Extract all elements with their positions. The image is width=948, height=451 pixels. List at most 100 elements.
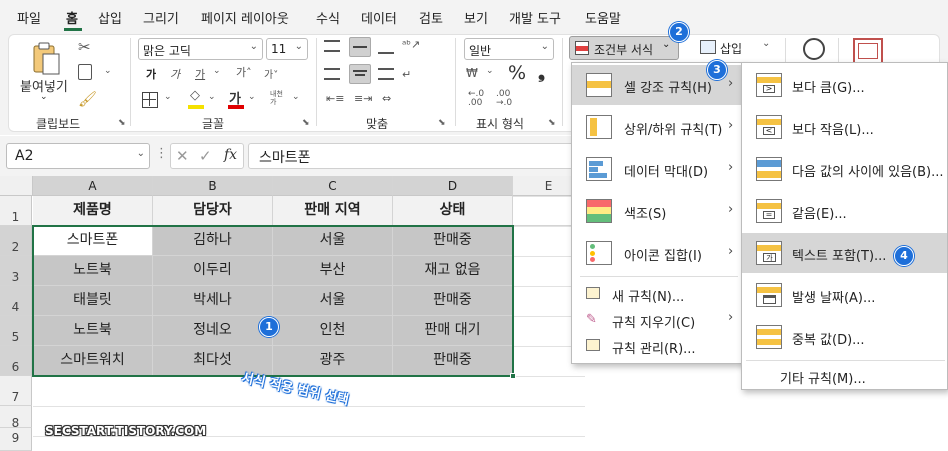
conditional-formatting-button[interactable]: 조건부 서식 ⌄ xyxy=(569,36,679,60)
tab-data[interactable]: 데이터 xyxy=(361,8,397,27)
accounting-dropdown-icon[interactable]: ⌄ xyxy=(486,66,494,76)
row-header[interactable]: 2 xyxy=(0,226,32,256)
table-header-cell[interactable]: 판매 지역 xyxy=(273,196,393,226)
menu-item-top-bottom-rules[interactable]: 상위/하위 규칙(T) › xyxy=(572,107,745,147)
bold-button[interactable]: 가 xyxy=(146,66,156,82)
table-cell[interactable]: 태블릿 xyxy=(33,286,153,316)
number-launcher-icon[interactable]: ⬊ xyxy=(548,118,556,128)
enter-icon[interactable]: ✓ xyxy=(199,147,212,165)
tab-page-layout[interactable]: 페이지 레이아웃 xyxy=(201,8,289,27)
tab-view[interactable]: 보기 xyxy=(464,8,488,27)
menu-item-manage-rules[interactable]: 규칙 관리(R)... xyxy=(572,333,745,359)
copy-icon[interactable] xyxy=(78,64,92,80)
tab-draw[interactable]: 그리기 xyxy=(143,8,179,27)
row-header[interactable]: 8 xyxy=(0,406,32,430)
table-cell[interactable]: 판매중 xyxy=(393,286,513,316)
orientation-icon[interactable]: ᵃᵇ↗ xyxy=(402,38,420,51)
cancel-icon[interactable]: ✕ xyxy=(176,147,189,165)
submenu-item-between[interactable]: 다음 값의 사이에 있음(B)... xyxy=(742,149,947,189)
table-cell[interactable]: 부산 xyxy=(273,256,393,286)
row-header[interactable]: 3 xyxy=(0,256,32,286)
percent-button[interactable]: % xyxy=(508,62,526,84)
accounting-format-icon[interactable]: ₩ xyxy=(466,66,478,80)
menu-item-new-rule[interactable]: 새 규칙(N)... xyxy=(572,281,745,307)
paste-dropdown-icon[interactable]: ⌄ xyxy=(40,92,48,102)
fill-handle[interactable] xyxy=(510,373,516,379)
submenu-item-date-occurring[interactable]: 발생 날짜(A)... xyxy=(742,275,947,315)
clipboard-launcher-icon[interactable]: ⬊ xyxy=(118,118,126,128)
row-header[interactable]: 7 xyxy=(0,376,32,406)
align-center-icon[interactable] xyxy=(349,64,371,84)
shrink-font-button[interactable]: 가˅ xyxy=(264,66,278,81)
submenu-item-duplicate-values[interactable]: 중복 값(D)... xyxy=(742,317,947,357)
table-cell[interactable]: 재고 없음 xyxy=(393,256,513,286)
table-cell[interactable]: 서울 xyxy=(273,286,393,316)
insert-dropdown-icon[interactable]: ⌄ xyxy=(762,38,770,49)
paste-icon[interactable] xyxy=(30,40,62,76)
submenu-item-less-than[interactable]: < 보다 작음(L)... xyxy=(742,107,947,147)
column-header-c[interactable]: C xyxy=(273,176,393,196)
table-cell[interactable]: 광주 xyxy=(273,346,393,376)
menu-item-clear-rules[interactable]: ✎ 규칙 지우기(C) › xyxy=(572,307,745,333)
more-options-icon[interactable]: ⋮ xyxy=(155,146,168,161)
table-header-cell[interactable]: 상태 xyxy=(393,196,513,226)
submenu-item-greater-than[interactable]: > 보다 큼(G)... xyxy=(742,65,947,105)
name-box[interactable]: A2 ⌄ xyxy=(6,143,150,169)
row-header[interactable]: 6 xyxy=(0,346,32,376)
underline-button[interactable]: 가 xyxy=(195,66,205,82)
column-header-d[interactable]: D xyxy=(393,176,513,196)
table-header-cell[interactable]: 제품명 xyxy=(33,196,153,226)
table-cell[interactable]: 노트북 xyxy=(33,316,153,346)
submenu-item-text-contains[interactable]: 가 텍스트 포함(T)... xyxy=(742,233,947,273)
row-header[interactable]: 5 xyxy=(0,316,32,346)
table-cell[interactable]: 김하나 xyxy=(153,226,273,256)
table-cell[interactable]: 노트북 xyxy=(33,256,153,286)
align-left-icon[interactable] xyxy=(324,68,340,80)
increase-decimal-icon[interactable]: ←.0.00 xyxy=(468,90,484,108)
table-cell[interactable]: 판매중 xyxy=(393,226,513,256)
row-header[interactable]: 4 xyxy=(0,286,32,316)
fill-color-icon[interactable]: ◇ xyxy=(190,88,200,103)
grow-font-button[interactable]: 가˄ xyxy=(236,64,252,80)
phonetic-guide-icon[interactable]: 내천 가 xyxy=(270,90,283,106)
underline-dropdown-icon[interactable]: ⌄ xyxy=(213,66,221,76)
italic-button[interactable]: 가 xyxy=(170,66,180,82)
comma-style-icon[interactable]: ❟ xyxy=(538,62,545,83)
insert-function-icon[interactable]: fx xyxy=(224,147,237,163)
tab-formulas[interactable]: 수식 xyxy=(316,8,340,27)
alignment-launcher-icon[interactable]: ⬊ xyxy=(438,118,446,128)
insert-cells-icon[interactable] xyxy=(700,40,716,54)
table-cell[interactable]: 이두리 xyxy=(153,256,273,286)
table-cell[interactable]: 판매 대기 xyxy=(393,316,513,346)
select-all-corner[interactable] xyxy=(0,176,33,196)
merge-center-icon[interactable]: ⇔ xyxy=(382,92,391,105)
align-bottom-icon[interactable] xyxy=(378,42,394,54)
font-launcher-icon[interactable]: ⬊ xyxy=(302,118,310,128)
font-color-dropdown-icon[interactable]: ⌄ xyxy=(248,92,256,102)
format-painter-icon[interactable]: 🖌 xyxy=(78,90,97,108)
menu-item-icon-sets[interactable]: 아이콘 집합(I) › xyxy=(572,233,745,273)
row-header[interactable]: 1 xyxy=(0,196,32,226)
tab-review[interactable]: 검토 xyxy=(419,8,443,27)
table-cell[interactable]: 박세나 xyxy=(153,286,273,316)
table-cell[interactable]: 정네오 xyxy=(153,316,273,346)
table-cell[interactable]: 스마트워치 xyxy=(33,346,153,376)
cut-icon[interactable]: ✂ xyxy=(78,38,91,56)
submenu-item-equal-to[interactable]: = 같음(E)... xyxy=(742,191,947,231)
active-cell[interactable]: 스마트폰 xyxy=(33,226,153,256)
find-select-icon[interactable] xyxy=(803,38,825,60)
submenu-item-more-rules[interactable]: 기타 규칙(M)... xyxy=(742,363,947,389)
phonetic-dropdown-icon[interactable]: ⌄ xyxy=(292,92,300,102)
tab-home[interactable]: 홈 xyxy=(66,8,78,27)
insert-cells-button[interactable]: 삽입 xyxy=(720,40,742,57)
tab-file[interactable]: 파일 xyxy=(17,8,41,27)
wrap-text-icon[interactable]: ↵ xyxy=(402,68,411,81)
align-top-icon[interactable] xyxy=(324,40,340,52)
font-size-select[interactable]: 11 ⌄ xyxy=(266,38,308,60)
tab-help[interactable]: 도움말 xyxy=(585,8,621,27)
increase-indent-icon[interactable]: ≡⇥ xyxy=(354,92,372,105)
copy-dropdown-icon[interactable]: ⌄ xyxy=(104,66,112,76)
row-header[interactable]: 9 xyxy=(0,428,32,451)
decrease-indent-icon[interactable]: ⇤≡ xyxy=(326,92,344,105)
analyze-data-icon[interactable] xyxy=(853,38,883,64)
